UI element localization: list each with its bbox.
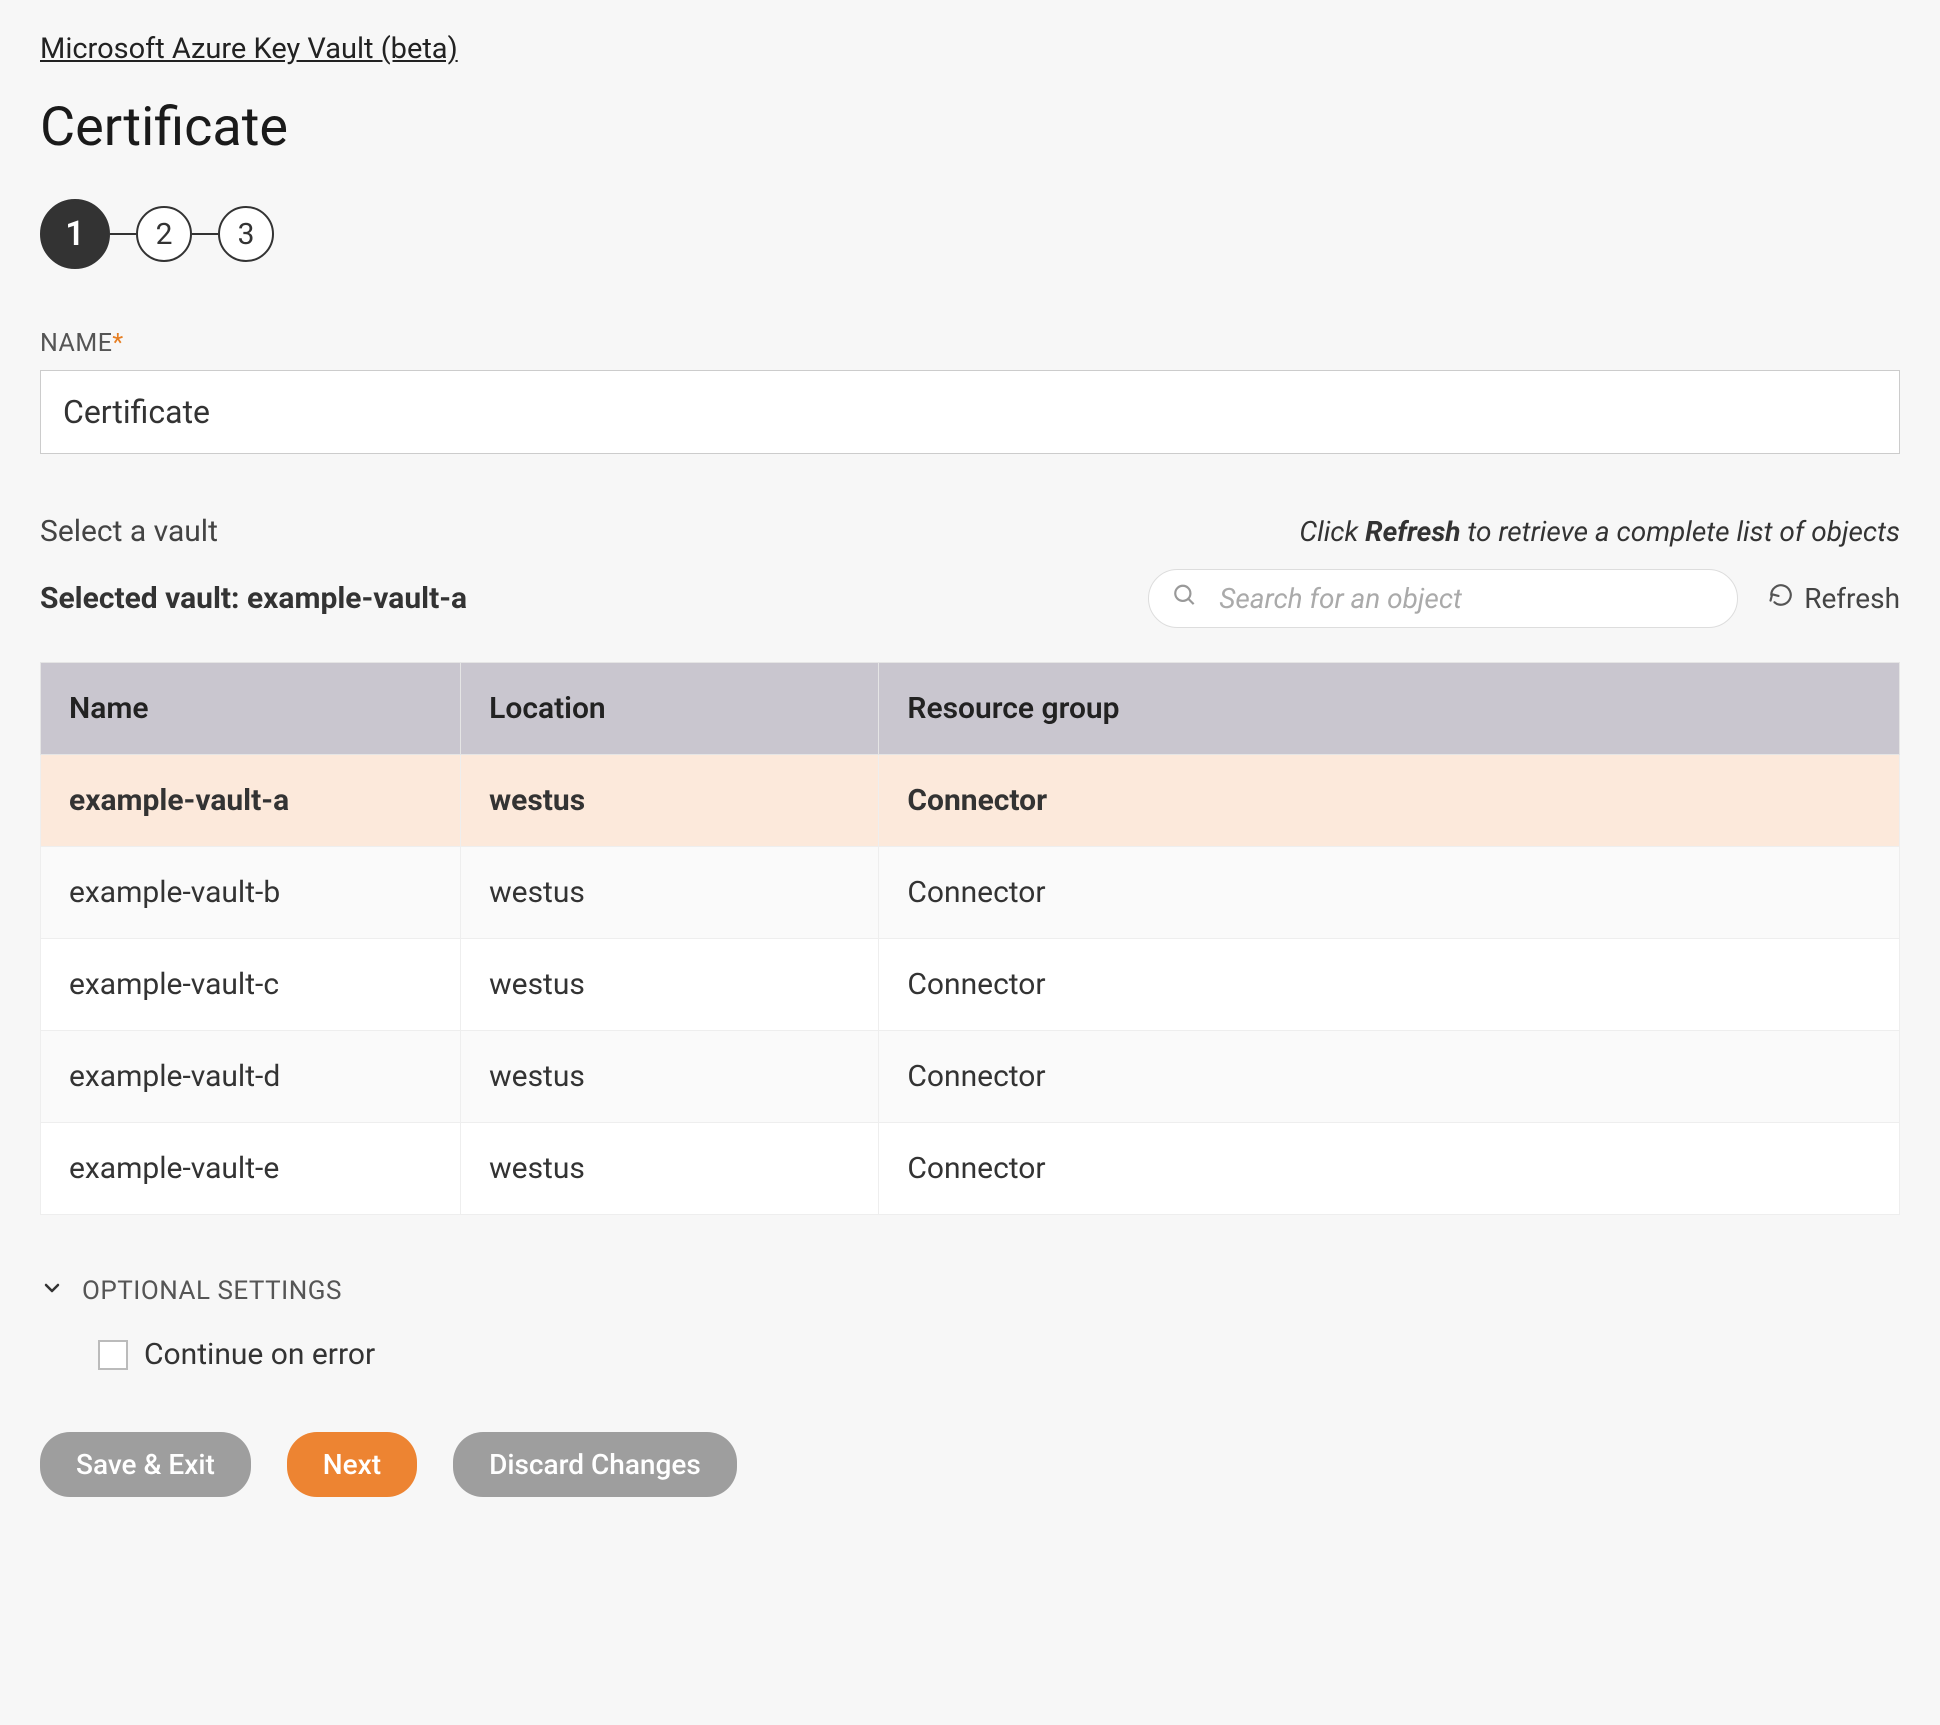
hint-suffix: to retrieve a complete list of objects <box>1460 515 1900 548</box>
vault-table: Name Location Resource group example-vau… <box>40 662 1900 1215</box>
table-cell-location: westus <box>461 1123 879 1215</box>
table-cell-group: Connector <box>879 1123 1900 1215</box>
table-row[interactable]: example-vault-ewestusConnector <box>41 1123 1900 1215</box>
search-wrap <box>1148 569 1738 628</box>
col-header-resource-group[interactable]: Resource group <box>879 663 1900 755</box>
table-cell-location: westus <box>461 847 879 939</box>
table-cell-location: westus <box>461 755 879 847</box>
step-1[interactable]: 1 <box>40 199 110 269</box>
refresh-hint: Click Refresh to retrieve a complete lis… <box>1299 515 1900 548</box>
stepper: 1 2 3 <box>40 199 1900 269</box>
refresh-icon <box>1768 582 1794 615</box>
search-input[interactable] <box>1148 569 1738 628</box>
name-field-label: NAME* <box>40 329 1900 358</box>
name-input[interactable] <box>40 370 1900 454</box>
table-row[interactable]: example-vault-bwestusConnector <box>41 847 1900 939</box>
selected-vault-prefix: Selected vault: <box>40 581 247 616</box>
refresh-button[interactable]: Refresh <box>1768 582 1900 615</box>
table-row[interactable]: example-vault-cwestusConnector <box>41 939 1900 1031</box>
table-cell-group: Connector <box>879 939 1900 1031</box>
table-cell-name: example-vault-a <box>41 755 461 847</box>
table-cell-name: example-vault-d <box>41 1031 461 1123</box>
table-cell-name: example-vault-c <box>41 939 461 1031</box>
table-cell-group: Connector <box>879 755 1900 847</box>
table-cell-group: Connector <box>879 1031 1900 1123</box>
selected-vault-value: example-vault-a <box>247 581 467 616</box>
refresh-label: Refresh <box>1804 582 1900 615</box>
table-cell-group: Connector <box>879 847 1900 939</box>
optional-settings-label: OPTIONAL SETTINGS <box>82 1276 342 1306</box>
selected-vault-label: Selected vault: example-vault-a <box>40 581 467 616</box>
hint-bold: Refresh <box>1365 515 1460 548</box>
col-header-name[interactable]: Name <box>41 663 461 755</box>
name-label-text: NAME <box>40 329 112 358</box>
step-connector <box>110 233 136 235</box>
select-vault-label: Select a vault <box>40 514 218 549</box>
table-cell-location: westus <box>461 1031 879 1123</box>
table-row[interactable]: example-vault-dwestusConnector <box>41 1031 1900 1123</box>
table-row[interactable]: example-vault-awestusConnector <box>41 755 1900 847</box>
step-connector <box>192 233 218 235</box>
table-cell-location: westus <box>461 939 879 1031</box>
table-cell-name: example-vault-e <box>41 1123 461 1215</box>
step-3[interactable]: 3 <box>218 206 274 262</box>
step-2[interactable]: 2 <box>136 206 192 262</box>
optional-settings-toggle[interactable]: OPTIONAL SETTINGS <box>40 1275 1900 1307</box>
next-button[interactable]: Next <box>287 1432 417 1497</box>
table-cell-name: example-vault-b <box>41 847 461 939</box>
breadcrumb-link[interactable]: Microsoft Azure Key Vault (beta) <box>40 32 458 66</box>
save-exit-button[interactable]: Save & Exit <box>40 1432 251 1497</box>
hint-prefix: Click <box>1299 515 1365 548</box>
col-header-location[interactable]: Location <box>461 663 879 755</box>
discard-button[interactable]: Discard Changes <box>453 1432 737 1497</box>
required-asterisk: * <box>112 329 123 358</box>
page-title: Certificate <box>40 96 1900 159</box>
search-icon <box>1172 582 1198 615</box>
continue-on-error-label: Continue on error <box>144 1337 375 1372</box>
chevron-down-icon <box>40 1275 64 1307</box>
continue-on-error-checkbox[interactable] <box>98 1340 128 1370</box>
